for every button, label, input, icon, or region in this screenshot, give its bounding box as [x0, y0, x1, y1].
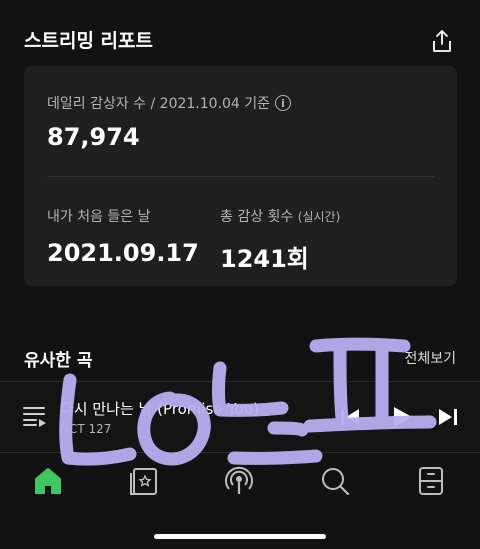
- total-plays-sublabel: (실시간): [297, 210, 341, 224]
- nav-search[interactable]: [318, 464, 352, 498]
- page-title: 스트리밍 리포트: [24, 30, 153, 52]
- home-icon: [35, 468, 61, 494]
- next-button[interactable]: [437, 406, 459, 432]
- info-icon[interactable]: i: [275, 95, 292, 111]
- report-card: 데일리 감상자 수 / 2021.10.04 기준 i 87,974 내가 처음…: [24, 66, 457, 286]
- playlist-icon: [130, 468, 157, 495]
- search-icon: [322, 468, 350, 496]
- library-icon: [419, 467, 443, 495]
- play-icon: [394, 407, 412, 427]
- nav-playlist[interactable]: [127, 464, 161, 498]
- queue-icon: [23, 407, 46, 427]
- nav-home[interactable]: [31, 464, 65, 498]
- share-button[interactable]: [428, 26, 456, 56]
- nav-library[interactable]: [414, 464, 448, 498]
- home-indicator: [154, 534, 326, 539]
- podcast-icon: [225, 466, 253, 494]
- similar-songs-title: 유사한 곡: [24, 351, 93, 371]
- see-all-link[interactable]: 전체보기: [404, 348, 456, 368]
- total-plays-label: 총 감상 횟수: [220, 209, 294, 225]
- previous-button[interactable]: [339, 406, 361, 432]
- track-title: 다시 만나는 날 (Promise You): [60, 400, 260, 418]
- first-listen-value: 2021.09.17: [47, 239, 199, 267]
- previous-icon: [341, 409, 359, 425]
- bottom-nav: [0, 452, 480, 512]
- mini-player[interactable]: 다시 만나는 날 (Promise You) NCT 127: [0, 381, 480, 453]
- next-icon: [439, 409, 457, 425]
- queue-button[interactable]: [22, 404, 48, 432]
- track-artist: NCT 127: [60, 422, 112, 436]
- first-listen-stat: 내가 처음 들은 날 2021.09.17: [47, 206, 199, 267]
- divider: [47, 176, 434, 177]
- first-listen-label: 내가 처음 들은 날: [47, 209, 151, 225]
- header: 스트리밍 리포트: [24, 24, 456, 58]
- share-icon: [433, 30, 451, 52]
- nav-podcast[interactable]: [222, 464, 256, 498]
- daily-listeners-value: 87,974: [47, 123, 140, 151]
- total-plays-stat: 총 감상 횟수 (실시간) 1241회: [220, 206, 340, 274]
- total-plays-value: 1241회: [220, 245, 309, 273]
- daily-listeners-label: 데일리 감상자 수 / 2021.10.04 기준: [47, 96, 271, 112]
- play-button[interactable]: [389, 404, 415, 434]
